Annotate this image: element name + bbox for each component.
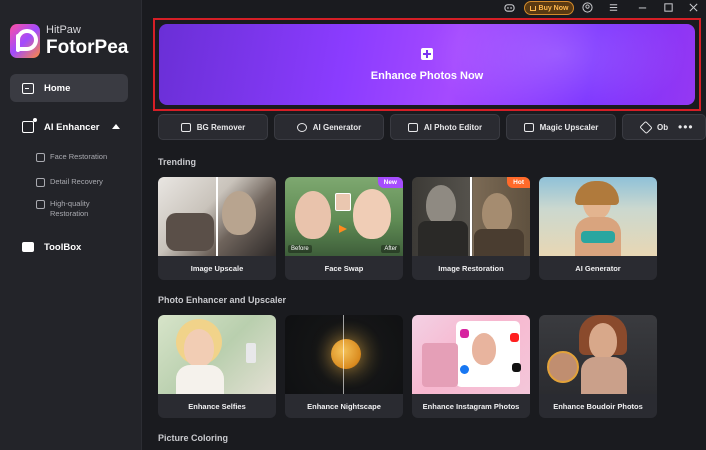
card-label: Enhance Nightscape xyxy=(307,401,381,411)
card-label: Enhance Boudoir Photos xyxy=(553,401,643,411)
face-restoration-icon xyxy=(36,153,45,162)
card-image-restoration[interactable]: Hot Image Restoration xyxy=(412,177,530,280)
card-label: Enhance Instagram Photos xyxy=(422,401,520,411)
app-logo: HitPaw FotorPea xyxy=(10,24,128,58)
tool-label: Magic Upscaler xyxy=(539,122,599,132)
close-icon[interactable] xyxy=(688,2,699,13)
card-image xyxy=(158,315,276,394)
ai-generator-button[interactable]: AI Generator xyxy=(274,114,384,140)
buy-now-button[interactable]: Buy Now xyxy=(524,1,574,15)
home-icon xyxy=(22,82,34,94)
high-quality-restoration-icon xyxy=(36,200,45,209)
bg-remover-icon xyxy=(180,122,191,132)
card-ai-generator[interactable]: AI Generator xyxy=(539,177,657,280)
card-image xyxy=(158,177,276,256)
account-icon[interactable] xyxy=(582,2,593,13)
sidebar-subitem-detail-recovery[interactable]: Detail Recovery xyxy=(36,177,122,187)
sidebar-item-toolbox[interactable]: ToolBox xyxy=(10,235,128,259)
fotorpea-logo-icon xyxy=(10,24,40,58)
card-image: Before After xyxy=(285,177,403,256)
section-title-trending: Trending xyxy=(158,157,196,167)
sidebar-item-label: ToolBox xyxy=(44,241,82,253)
card-label: Image Restoration xyxy=(438,263,504,273)
card-label: Image Upscale xyxy=(190,263,244,273)
title-bar xyxy=(142,0,706,16)
discord-icon[interactable] xyxy=(504,2,515,13)
card-enhance-instagram-photos[interactable]: Enhance Instagram Photos xyxy=(412,315,530,418)
card-enhance-nightscape[interactable]: Enhance Nightscape xyxy=(285,315,403,418)
hot-badge: Hot xyxy=(507,177,530,188)
sidebar: HitPaw FotorPea Home AI Enhancer Face Re… xyxy=(0,0,142,450)
card-image xyxy=(285,315,403,394)
toolbox-icon xyxy=(22,242,34,252)
new-badge: New xyxy=(377,177,403,188)
maximize-icon[interactable] xyxy=(663,2,674,13)
sidebar-subitem-label: Detail Recovery xyxy=(50,177,103,186)
sidebar-item-label: AI Enhancer xyxy=(44,121,100,133)
plus-icon xyxy=(421,47,433,60)
bg-remover-button[interactable]: BG Remover xyxy=(158,114,268,140)
after-tag: After xyxy=(381,245,400,253)
tool-shortcuts: BG Remover AI Generator AI Photo Editor … xyxy=(158,114,706,140)
photo-editor-icon xyxy=(407,122,418,132)
compare-divider xyxy=(216,177,218,256)
chevron-up-icon xyxy=(112,124,120,129)
card-label: AI Generator xyxy=(575,263,621,273)
menu-icon[interactable] xyxy=(608,2,619,13)
minimize-icon[interactable] xyxy=(637,2,648,13)
tool-label: AI Photo Editor xyxy=(423,122,483,132)
tool-label: Ob xyxy=(657,122,669,132)
brand-name: HitPaw xyxy=(46,24,81,36)
card-label: Face Swap xyxy=(324,263,364,273)
tool-label: BG Remover xyxy=(196,122,246,132)
sidebar-item-label: Home xyxy=(44,82,71,94)
sidebar-subitem-label: High-quality Restoration xyxy=(50,199,90,218)
card-face-swap[interactable]: Before After New Face Swap xyxy=(285,177,403,280)
card-enhance-selfies[interactable]: Enhance Selfies xyxy=(158,315,276,418)
eraser-icon xyxy=(639,120,653,134)
before-tag: Before xyxy=(288,245,312,253)
sidebar-item-home[interactable]: Home xyxy=(10,74,128,102)
card-image xyxy=(539,177,657,256)
section-title-photo-enhancer: Photo Enhancer and Upscaler xyxy=(158,295,287,305)
ai-photo-editor-button[interactable]: AI Photo Editor xyxy=(390,114,500,140)
section-title-picture-coloring: Picture Coloring xyxy=(158,433,229,443)
card-image xyxy=(412,177,530,256)
enhance-photos-now-button[interactable]: Enhance Photos Now xyxy=(159,24,695,105)
detail-recovery-icon xyxy=(36,178,45,187)
card-enhance-boudoir-photos[interactable]: Enhance Boudoir Photos xyxy=(539,315,657,418)
tool-label: AI Generator xyxy=(312,122,362,132)
compare-divider xyxy=(470,177,472,256)
card-image xyxy=(539,315,657,394)
sidebar-subitem-high-quality-restoration[interactable]: High-quality Restoration xyxy=(36,199,122,219)
card-image xyxy=(412,315,530,394)
sidebar-subitem-label: Face Restoration xyxy=(50,152,108,161)
sidebar-subitem-face-restoration[interactable]: Face Restoration xyxy=(36,152,122,162)
ai-enhancer-icon xyxy=(22,118,37,133)
card-label: Enhance Selfies xyxy=(188,401,246,411)
magic-upscaler-button[interactable]: Magic Upscaler xyxy=(506,114,616,140)
product-name: FotorPea xyxy=(46,37,129,58)
card-image-upscale[interactable]: Image Upscale xyxy=(158,177,276,280)
more-icon[interactable]: ••• xyxy=(678,120,694,134)
buy-now-label: Buy Now xyxy=(538,4,569,12)
cart-icon xyxy=(529,5,536,11)
magic-wand-icon xyxy=(296,122,307,132)
upscale-icon xyxy=(523,122,534,132)
sidebar-item-ai-enhancer[interactable]: AI Enhancer xyxy=(10,115,128,139)
banner-highlight: Enhance Photos Now xyxy=(153,18,701,111)
banner-label: Enhance Photos Now xyxy=(370,69,484,82)
